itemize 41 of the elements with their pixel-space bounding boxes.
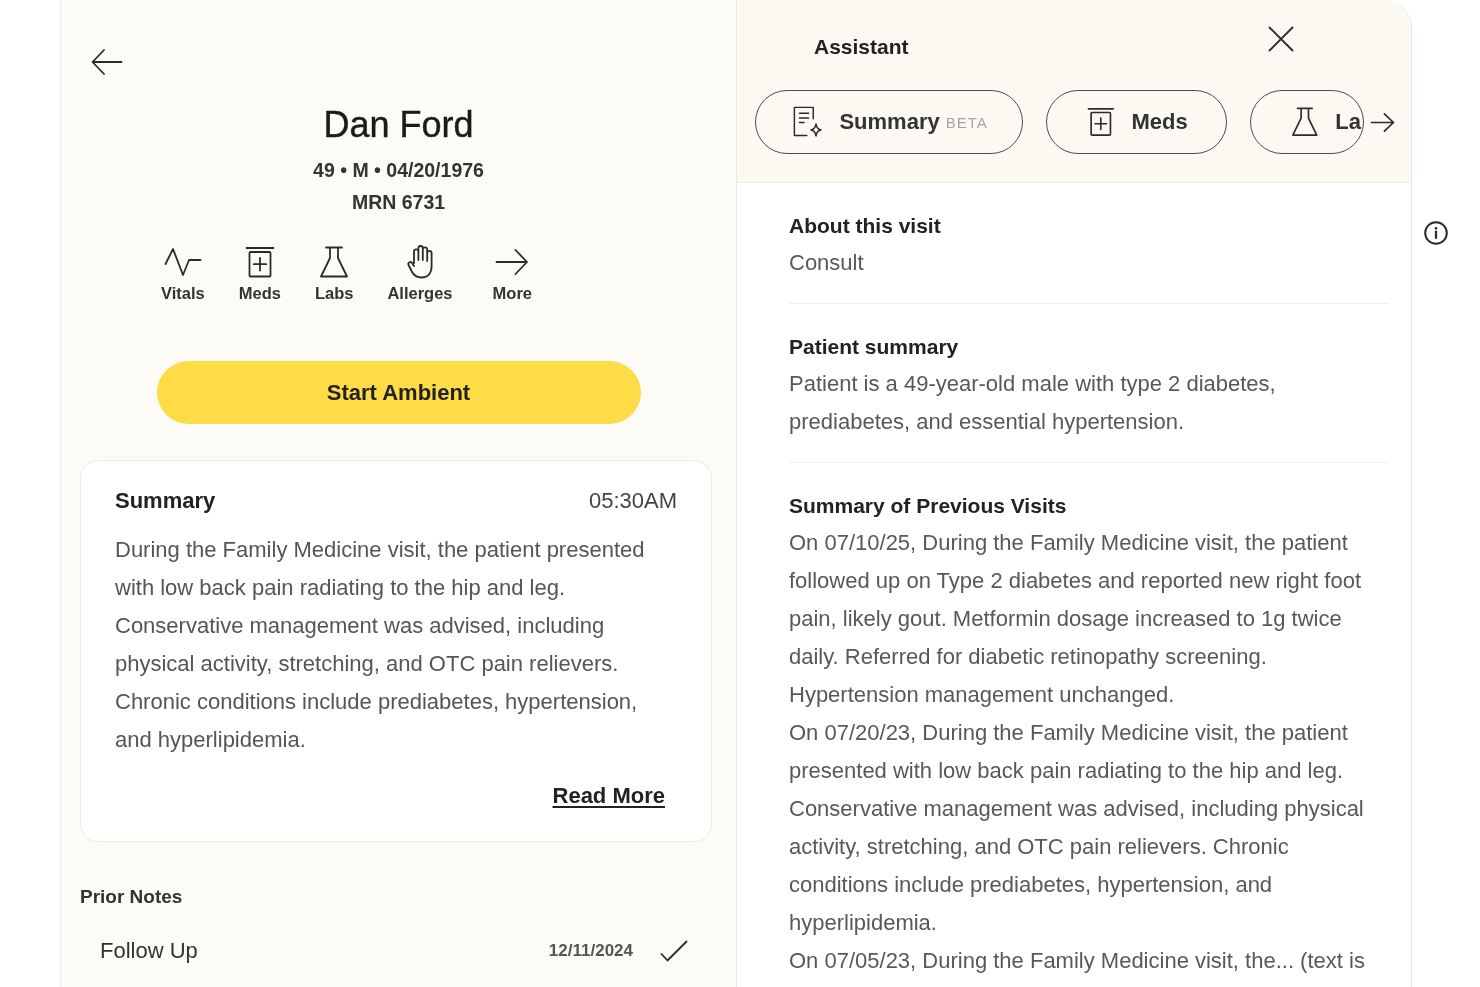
patient-mrn: MRN 6731 bbox=[351, 190, 446, 215]
timestamp: 05:30AM bbox=[588, 488, 677, 514]
flask-icon bbox=[1290, 107, 1319, 137]
scroll-right-button[interactable] bbox=[1370, 111, 1395, 133]
section-heading: Patient summary bbox=[789, 334, 959, 360]
note-date: 12/11/2024 bbox=[548, 941, 633, 961]
section-text: Consult bbox=[789, 249, 864, 277]
quick-action-button[interactable]: Meds bbox=[238, 246, 281, 304]
panel-title: Assistant bbox=[814, 34, 909, 60]
quick-action-button[interactable]: More bbox=[492, 246, 532, 304]
quick-action-button[interactable]: Vitals bbox=[161, 246, 205, 304]
section-text: On 07/10/25, During the Family Medicine visit, the patient followed up on Type 2 diabetes and reported new right foot pain, likely gout. Metformin dosage increased to 1g twice daily. Referred for diabetic retinopathy screening. Hypertension management unchanged. bbox=[789, 529, 1362, 709]
section-heading: Summary of Previous Visits bbox=[789, 493, 1067, 519]
flask-icon bbox=[319, 246, 350, 278]
section-text: On 07/20/23, During the Family Medicine visit, the patient presented with low back pain radiating to the hip and leg. Conservative management was advised, including physical activity, stretching, and OTC pain relievers. Chronic conditions include prediabetes, hypertension, and hyperlipidemia. bbox=[789, 719, 1365, 937]
prior-notes-heading: Prior Notes bbox=[80, 885, 183, 909]
document-sparkle-icon bbox=[793, 106, 823, 138]
quick-action-button[interactable]: Allerges bbox=[387, 246, 453, 304]
patient-name: Dan Ford bbox=[323, 103, 474, 147]
primary-action-button[interactable]: Start Ambient bbox=[156, 361, 641, 424]
info-icon[interactable] bbox=[1424, 221, 1448, 245]
section-chip[interactable]: La bbox=[1249, 90, 1364, 154]
close-button[interactable] bbox=[1268, 26, 1294, 52]
hand-icon bbox=[407, 245, 433, 279]
pulse-icon bbox=[163, 247, 202, 277]
back-button[interactable] bbox=[91, 48, 123, 76]
card-title: Summary bbox=[115, 488, 216, 514]
section-text: Patient is a 49-year-old male with type 2 diabetes, prediabetes, and essential hypertension. bbox=[789, 370, 1277, 436]
summary-text: During the Family Medicine visit, the patient presented with low back pain radiating to the hip and leg. Conservative management was advised, including physical activity, stretching, and OTC pain relievers. Chronic conditions include prediabetes, hypertension, and hyperlipidemia. bbox=[115, 536, 646, 754]
arrow-right-icon bbox=[1370, 111, 1395, 133]
close-icon bbox=[1268, 26, 1294, 52]
section-heading: About this visit bbox=[789, 213, 941, 239]
pill-bottle-icon bbox=[244, 246, 275, 278]
back-arrow-icon bbox=[91, 48, 123, 76]
read-more-link[interactable]: Read More bbox=[552, 779, 665, 813]
section-text: On 07/05/23, During the Family Medicine visit, the... (text is bbox=[789, 947, 1365, 975]
patient-demographics: 49 • M • 04/20/1976 bbox=[313, 158, 484, 183]
quick-action-button[interactable]: Labs bbox=[314, 246, 354, 304]
arrow-right-icon bbox=[495, 248, 530, 276]
note-title[interactable]: Follow Up bbox=[100, 938, 198, 964]
pill-bottle-icon bbox=[1086, 107, 1115, 137]
